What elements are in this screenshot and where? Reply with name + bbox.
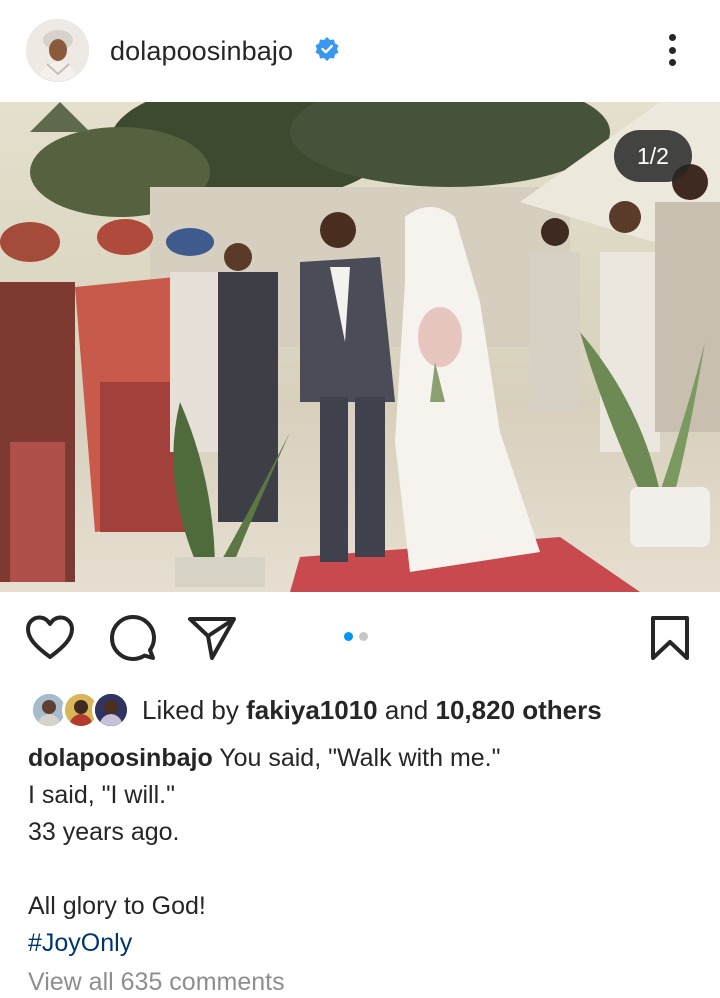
carousel-dot bbox=[359, 632, 368, 641]
carousel-indicator bbox=[344, 632, 368, 641]
media-counter: 1/2 bbox=[614, 130, 692, 182]
caption-line-3: 33 years ago. bbox=[28, 818, 180, 846]
caption-username[interactable]: dolapoosinbajo bbox=[28, 744, 213, 772]
liker-avatar bbox=[92, 691, 130, 729]
liker-username[interactable]: fakiya1010 bbox=[246, 695, 378, 725]
likes-row[interactable]: Liked by fakiya1010 and 10,820 others bbox=[26, 688, 602, 732]
send-icon[interactable] bbox=[186, 612, 238, 664]
hashtag-link[interactable]: #JoyOnly bbox=[28, 925, 698, 962]
caption: dolapoosinbajo You said, "Walk with me."… bbox=[28, 740, 698, 962]
avatar[interactable] bbox=[26, 19, 89, 82]
liker-avatars bbox=[26, 690, 136, 730]
likes-count[interactable]: 10,820 others bbox=[436, 695, 602, 725]
carousel-dot-active bbox=[344, 632, 353, 641]
post-image[interactable] bbox=[0, 102, 720, 592]
caption-line-4: All glory to God! bbox=[28, 892, 206, 920]
caption-line-2: I said, "I will." bbox=[28, 781, 175, 809]
heart-icon[interactable] bbox=[24, 612, 76, 664]
username[interactable]: dolapoosinbajo bbox=[110, 36, 293, 67]
bookmark-icon[interactable] bbox=[644, 612, 696, 664]
caption-line-1: You said, "Walk with me." bbox=[219, 744, 501, 772]
comment-icon[interactable] bbox=[107, 612, 159, 664]
view-all-comments-link[interactable]: View all 635 comments bbox=[28, 968, 285, 997]
more-vertical-icon[interactable] bbox=[660, 30, 684, 70]
likes-prefix: Liked by bbox=[142, 694, 239, 725]
post-header: dolapoosinbajo bbox=[0, 0, 720, 102]
verified-badge-icon bbox=[314, 36, 340, 62]
likes-connector: and bbox=[384, 694, 429, 725]
likes-summary: Liked by fakiya1010 and 10,820 others bbox=[142, 695, 602, 726]
